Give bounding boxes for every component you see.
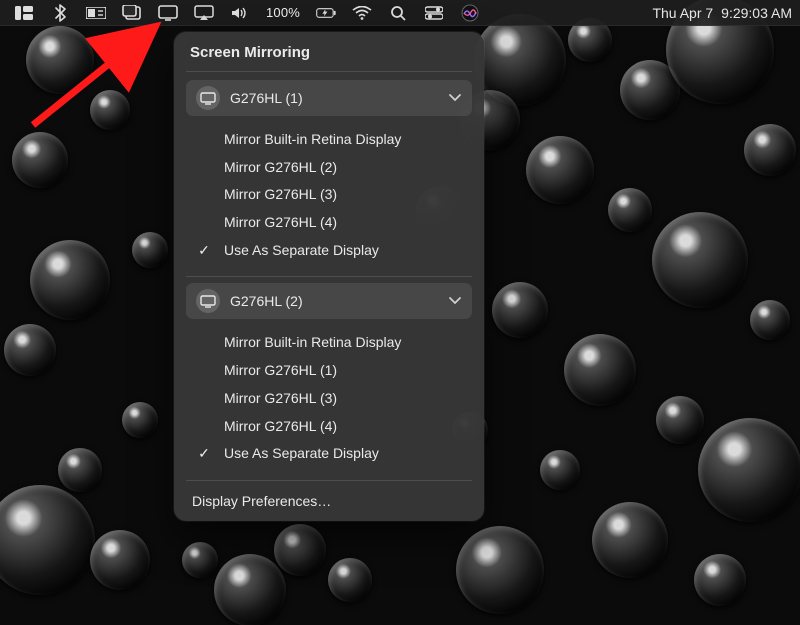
screen-mirroring-dropdown: Screen Mirroring G276HL (1) Mirror Built… bbox=[174, 32, 484, 521]
battery-percent-label[interactable]: 100% bbox=[266, 5, 300, 20]
mirror-option[interactable]: Mirror G276HL (4) bbox=[186, 209, 472, 237]
menu-bar: 100% Thu Apr 7 9:29:03 AM bbox=[0, 0, 800, 26]
divider bbox=[186, 276, 472, 277]
mirror-option[interactable]: Mirror G276HL (1) bbox=[186, 357, 472, 385]
option-label: Use As Separate Display bbox=[224, 443, 379, 465]
display-options-list: Mirror Built-in Retina Display Mirror G2… bbox=[186, 122, 472, 270]
option-label: Mirror Built-in Retina Display bbox=[224, 332, 401, 354]
display-icon[interactable] bbox=[158, 4, 178, 22]
mirror-option[interactable]: Mirror Built-in Retina Display bbox=[186, 126, 472, 154]
bluetooth-icon[interactable] bbox=[50, 4, 70, 22]
stage-manager-icon[interactable] bbox=[122, 4, 142, 22]
option-label: Mirror G276HL (4) bbox=[224, 212, 337, 234]
checkmark-icon: ✓ bbox=[194, 443, 214, 465]
option-label: Mirror G276HL (3) bbox=[224, 184, 337, 206]
wifi-icon[interactable] bbox=[352, 4, 372, 22]
display-device-row[interactable]: G276HL (2) bbox=[186, 283, 472, 319]
display-preferences-link[interactable]: Display Preferences… bbox=[186, 487, 472, 511]
option-label: Use As Separate Display bbox=[224, 240, 379, 262]
checkmark-icon: ✓ bbox=[194, 240, 214, 262]
use-separate-option[interactable]: ✓ Use As Separate Display bbox=[186, 440, 472, 468]
divider bbox=[186, 71, 472, 72]
dropdown-title: Screen Mirroring bbox=[186, 42, 472, 69]
spotlight-icon[interactable] bbox=[388, 4, 408, 22]
mirror-option[interactable]: Mirror G276HL (3) bbox=[186, 181, 472, 209]
option-label: Mirror G276HL (1) bbox=[224, 360, 337, 382]
battery-charging-icon[interactable] bbox=[316, 4, 336, 22]
airplay-icon[interactable] bbox=[194, 4, 214, 22]
keyboard-layout-icon[interactable] bbox=[86, 4, 106, 22]
control-center-icon[interactable] bbox=[424, 4, 444, 22]
option-label: Mirror G276HL (3) bbox=[224, 388, 337, 410]
display-device-name: G276HL (2) bbox=[230, 293, 303, 309]
display-device-name: G276HL (1) bbox=[230, 90, 303, 106]
menubar-date[interactable]: Thu Apr 7 bbox=[652, 5, 713, 21]
volume-icon[interactable] bbox=[230, 4, 250, 22]
mirror-option[interactable]: Mirror Built-in Retina Display bbox=[186, 329, 472, 357]
display-device-row[interactable]: G276HL (1) bbox=[186, 80, 472, 116]
display-icon bbox=[196, 86, 220, 110]
mirror-option[interactable]: Mirror G276HL (2) bbox=[186, 154, 472, 182]
display-options-list: Mirror Built-in Retina Display Mirror G2… bbox=[186, 325, 472, 473]
divider bbox=[186, 480, 472, 481]
chevron-down-icon bbox=[448, 293, 462, 309]
app-switcher-icon[interactable] bbox=[14, 4, 34, 22]
mirror-option[interactable]: Mirror G276HL (4) bbox=[186, 413, 472, 441]
display-icon bbox=[196, 289, 220, 313]
chevron-down-icon bbox=[448, 90, 462, 106]
mirror-option[interactable]: Mirror G276HL (3) bbox=[186, 385, 472, 413]
use-separate-option[interactable]: ✓ Use As Separate Display bbox=[186, 237, 472, 265]
option-label: Mirror G276HL (2) bbox=[224, 157, 337, 179]
siri-icon[interactable] bbox=[460, 4, 480, 22]
option-label: Mirror G276HL (4) bbox=[224, 416, 337, 438]
option-label: Mirror Built-in Retina Display bbox=[224, 129, 401, 151]
menubar-time[interactable]: 9:29:03 AM bbox=[721, 5, 792, 21]
